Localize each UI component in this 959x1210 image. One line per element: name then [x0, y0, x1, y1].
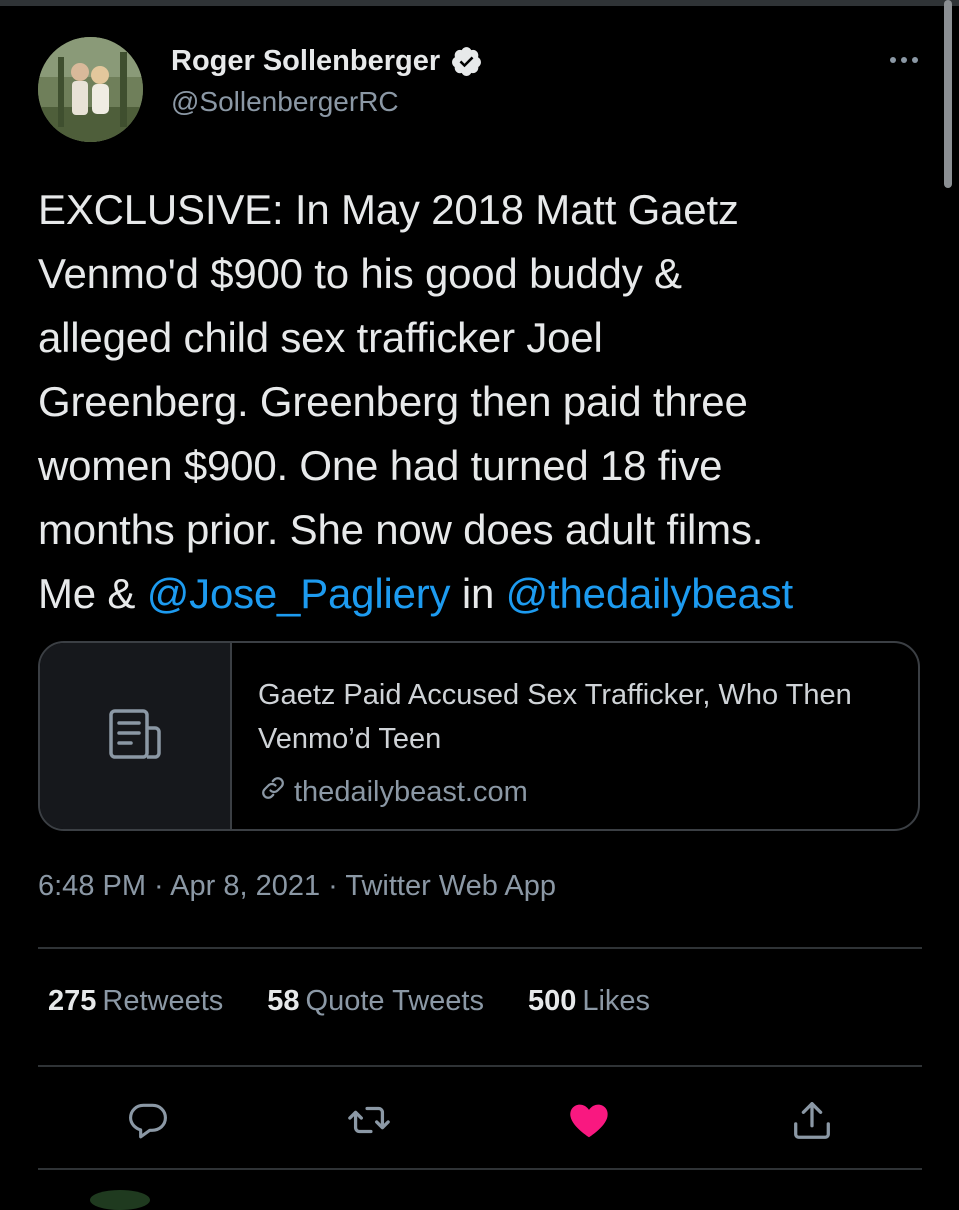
reply-button[interactable] [118, 1092, 178, 1152]
article-icon [105, 706, 165, 767]
likes-stat[interactable]: 500 Likes [528, 985, 650, 1018]
tweet-text: EXCLUSIVE: In May 2018 Matt Gaetz Venmo'… [38, 178, 938, 626]
card-domain: thedailybeast.com [294, 775, 528, 808]
mention-link[interactable]: @thedailybeast [506, 570, 794, 617]
tweet-timestamp[interactable]: 6:48 PM · Apr 8, 2021 · Twitter Web App [38, 870, 556, 903]
top-divider [0, 0, 959, 6]
retweet-button[interactable] [339, 1092, 399, 1152]
tweet-body: EXCLUSIVE: In May 2018 Matt Gaetz Venmo'… [38, 186, 764, 617]
retweets-stat[interactable]: 275 Retweets [48, 985, 223, 1018]
link-icon [258, 773, 294, 811]
action-bar [0, 1092, 959, 1152]
retweets-count: 275 [48, 985, 97, 1017]
card-body: Gaetz Paid Accused Sex Trafficker, Who T… [232, 643, 918, 829]
likes-count: 500 [527, 985, 577, 1017]
tweet-text-connector: in [450, 570, 506, 617]
author-name[interactable]: Roger Sollenberger [171, 45, 440, 78]
share-button[interactable] [782, 1092, 842, 1152]
author-handle[interactable]: @SollenbergerRC [171, 86, 399, 118]
reply-icon [126, 1098, 170, 1147]
heart-icon [566, 1097, 612, 1148]
avatar[interactable] [38, 37, 143, 142]
next-tweet-avatar[interactable] [90, 1190, 150, 1210]
more-icon[interactable] [887, 48, 921, 72]
scrollbar[interactable] [944, 0, 952, 188]
quote-tweets-count: 58 [267, 985, 300, 1017]
card-domain-row: thedailybeast.com [258, 773, 918, 811]
likes-label: Likes [582, 985, 651, 1017]
card-title: Gaetz Paid Accused Sex Trafficker, Who T… [258, 679, 852, 755]
card-thumbnail [40, 643, 232, 829]
divider [38, 1065, 922, 1067]
author-row: Roger Sollenberger [171, 42, 483, 80]
divider [38, 947, 922, 949]
share-icon [789, 1097, 835, 1148]
verified-badge-icon [450, 45, 483, 78]
retweets-label: Retweets [102, 985, 224, 1017]
quote-tweets-stat[interactable]: 58 Quote Tweets [267, 985, 484, 1018]
engagement-stats: 275 Retweets 58 Quote Tweets 500 Likes [48, 985, 694, 1018]
like-button[interactable] [559, 1092, 619, 1152]
divider [38, 1168, 922, 1170]
retweet-icon [346, 1097, 392, 1148]
quote-tweets-label: Quote Tweets [305, 985, 484, 1017]
mention-link[interactable]: @Jose_Pagliery [147, 570, 451, 617]
link-card[interactable]: Gaetz Paid Accused Sex Trafficker, Who T… [38, 641, 920, 831]
